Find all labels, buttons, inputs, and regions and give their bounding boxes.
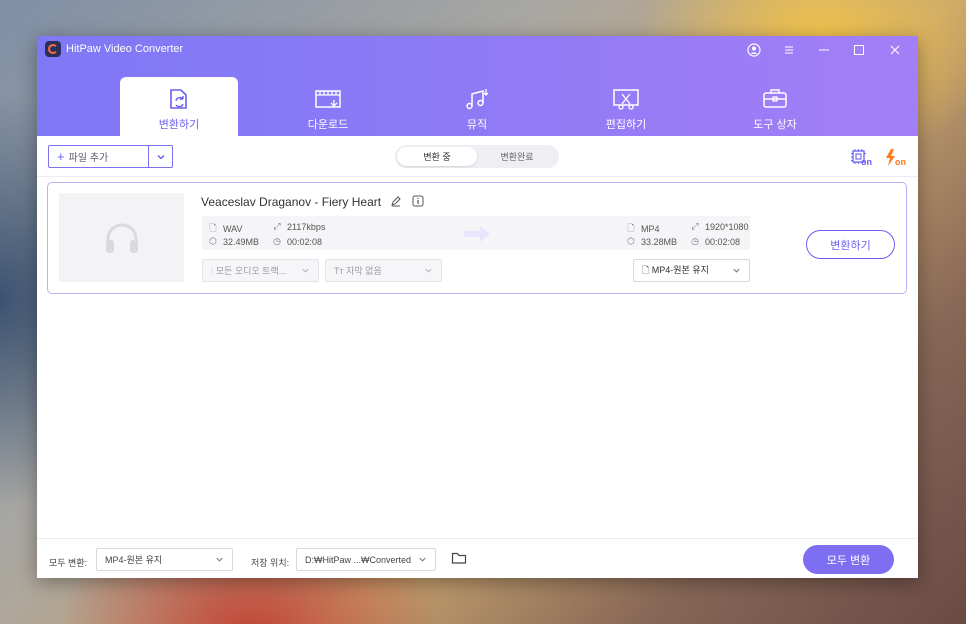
app-window: HitPaw Video Converter 변환하기 다운로드 뮤직 편집하기… [37,36,918,578]
source-size: ⬡ 32.49MB [209,236,260,247]
box-icon: ⬡ [209,236,217,246]
main-tabs: 변환하기 다운로드 뮤직 편집하기 도구 상자 [37,77,918,136]
header: HitPaw Video Converter 변환하기 다운로드 뮤직 편집하기… [37,36,918,136]
tab-toolbox[interactable]: 도구 상자 [716,77,834,136]
edit-cut-icon [613,89,639,110]
chevron-down-icon [216,557,223,562]
tab-converted[interactable]: 변환완료 [477,147,557,166]
file-item: Veaceslav Draganov - Fiery Heart 🗋 WAV ⤢ 2… [47,182,907,294]
convert-all-button[interactable]: 모두 변환 [803,545,894,574]
save-location-label: 저장 위치: [251,558,290,568]
app-logo-icon [45,41,61,57]
source-bitrate: ⤢ 2117kbps [273,221,326,232]
toolbar: + 파일 추가 변환 중 변환완료 on on [37,136,918,177]
resize-icon: ⤢ [273,221,281,231]
target-resolution: ⤢ 1920*1080 [691,221,749,232]
chevron-down-icon [425,268,432,273]
clock-icon: ◷ [273,236,281,246]
tab-label: 다운로드 [307,119,349,131]
convert-button[interactable]: 변환하기 [806,230,895,259]
speed-on-label: on [895,157,906,167]
source-format: 🗋 WAV [208,221,242,237]
output-format-value: 🗋 MP4-원본 유지 [642,264,709,275]
tab-label: 도구 상자 [753,119,797,131]
account-icon[interactable] [744,40,764,60]
rename-pencil-icon[interactable] [390,195,402,207]
file-name: Veaceslav Draganov - Fiery Heart [201,195,382,209]
file-name-actions [390,195,424,207]
tab-label: 편집하기 [605,119,647,131]
tab-convert[interactable]: 변환하기 [120,77,238,136]
file-thumbnail [59,193,184,282]
maximize-icon[interactable] [849,40,869,60]
add-file-dropdown[interactable] [148,146,172,167]
add-file-button[interactable]: + 파일 추가 [48,145,173,168]
subtitle-select[interactable]: Tт 자막 없음 [325,259,442,282]
tab-music[interactable]: 뮤직 [418,77,536,136]
hardware-acceleration-icon[interactable]: on [849,148,873,168]
target-duration: ◷ 00:02:08 [691,236,741,247]
file-info-strip: 🗋 WAV ⤢ 2117kbps ⬡ 32.49MB ◷ 00:02:08 🗋 MP4 ⤢… [202,216,750,250]
tab-edit[interactable]: 편집하기 [567,77,685,136]
chevron-down-icon [302,268,309,273]
hw-accel-on-label: on [861,157,872,167]
title-bar: HitPaw Video Converter [37,36,918,64]
file-icon: 🗋 [627,223,635,233]
info-icon[interactable] [412,195,424,207]
headphones-icon [105,223,138,253]
chevron-down-icon [157,154,164,159]
audio-track-placeholder: ⫶ 모든 오디오 트랙... [211,266,287,276]
footer: 모두 변환: MP4-원본 유지 저장 위치: D:₩HitPaw ...₩Co… [37,538,918,578]
convert-all-format-label: 모두 변환: [49,558,88,568]
clock-icon: ◷ [691,236,699,246]
output-format-select[interactable]: 🗋 MP4-원본 유지 [633,259,750,282]
audio-track-select[interactable]: ⫶ 모든 오디오 트랙... [202,259,319,282]
chevron-down-icon [733,268,740,273]
plus-icon: + [57,149,65,164]
arrow-right-icon [464,226,490,242]
resize-icon: ⤢ [691,221,699,231]
open-folder-icon[interactable] [451,551,467,565]
target-size: ⬡ 33.28MB [627,236,678,247]
box-icon: ⬡ [627,236,635,246]
tab-converting[interactable]: 변환 중 [397,147,477,166]
minimize-icon[interactable] [814,40,834,60]
tab-label: 뮤직 [466,119,488,131]
convert-all-format-select[interactable]: MP4-원본 유지 [96,548,233,571]
toolbox-icon [763,89,787,108]
menu-icon[interactable] [779,40,799,60]
download-film-icon [315,90,341,108]
subtitle-placeholder: Tт 자막 없음 [334,266,382,276]
tab-download[interactable]: 다운로드 [269,77,387,136]
save-location-select[interactable]: D:₩HitPaw ...₩Converted [296,548,436,571]
close-icon[interactable] [885,40,905,60]
source-duration: ◷ 00:02:08 [273,236,323,247]
convert-file-icon [170,89,187,109]
tab-label: 변환하기 [158,119,200,131]
target-format: 🗋 MP4 [626,221,659,237]
music-note-icon [466,89,489,110]
app-title: HitPaw Video Converter [66,43,184,55]
file-icon: 🗋 [209,223,217,233]
status-segmented-control: 변환 중 변환완료 [395,145,559,168]
add-file-main[interactable]: + 파일 추가 [49,146,148,167]
speed-boost-icon[interactable]: on [883,148,907,168]
add-file-label: 파일 추가 [68,153,109,164]
chevron-down-icon [419,557,426,562]
